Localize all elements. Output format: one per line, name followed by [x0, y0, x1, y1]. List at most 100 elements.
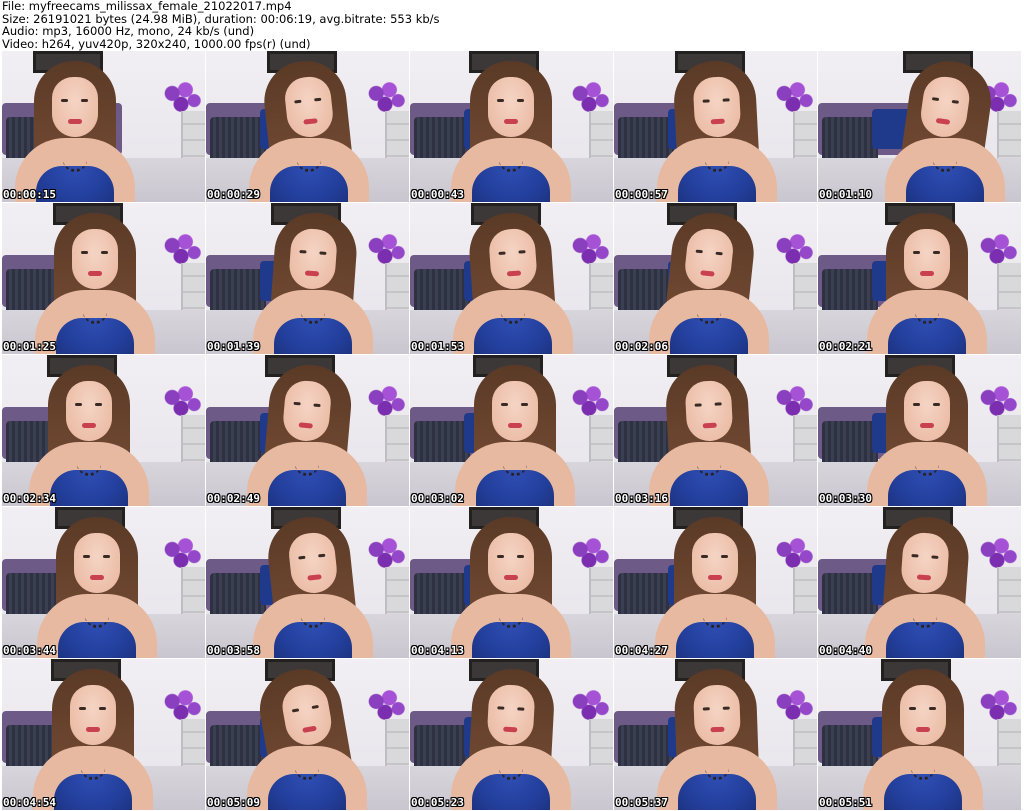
- eye-right: [318, 553, 326, 558]
- video-thumbnail: 00:00:57: [614, 51, 817, 202]
- eye-right: [311, 704, 319, 710]
- lips: [920, 271, 934, 276]
- person-face: [66, 381, 112, 441]
- person-face: [70, 685, 116, 745]
- thumbnail-timestamp: 00:05:37: [615, 796, 668, 809]
- thumbnail-timestamp: 00:04:40: [819, 644, 872, 657]
- video-thumbnail: 00:05:37: [614, 659, 817, 810]
- thumbnail-timestamp: 00:02:49: [207, 492, 260, 505]
- video-thumbnail: 00:03:30: [818, 355, 1021, 506]
- eye-right: [722, 98, 730, 102]
- flower-decoration: [567, 79, 611, 115]
- flower-decoration: [159, 79, 203, 115]
- thumbnail-timestamp: 00:03:44: [3, 644, 56, 657]
- eye-right: [81, 99, 88, 102]
- video-thumbnail: 00:05:23: [410, 659, 613, 810]
- video-thumbnail: 00:02:06: [614, 203, 817, 354]
- flower-decoration: [363, 79, 407, 115]
- flower-decoration: [771, 231, 815, 267]
- flower-decoration: [159, 231, 203, 267]
- eye-right: [722, 706, 730, 710]
- lips: [88, 271, 102, 276]
- person-face: [488, 533, 534, 593]
- video-thumbnail: 00:03:58: [206, 507, 409, 658]
- flower-decoration: [363, 231, 407, 267]
- person-face: [684, 379, 734, 443]
- eye-right: [517, 99, 524, 102]
- flower-decoration: [363, 383, 407, 419]
- eye-left: [497, 99, 504, 102]
- lips: [916, 574, 932, 581]
- lips: [82, 423, 96, 428]
- thumbnail-timestamp: 00:01:25: [3, 340, 56, 353]
- thumbnail-timestamp: 00:03:16: [615, 492, 668, 505]
- eye-right: [721, 555, 728, 558]
- eye-right: [314, 97, 322, 102]
- thumbnail-timestamp: 00:02:06: [615, 340, 668, 353]
- thumbnail-timestamp: 00:05:51: [819, 796, 872, 809]
- lips: [506, 270, 522, 277]
- eye-left: [79, 707, 86, 710]
- eye-left: [911, 554, 919, 558]
- video-thumbnail: 00:05:09: [206, 659, 409, 810]
- eye-right: [95, 403, 102, 406]
- lips: [304, 270, 320, 277]
- eye-right: [951, 99, 959, 104]
- flower-decoration: [975, 535, 1019, 571]
- thumbnail-timestamp: 00:00:57: [615, 188, 668, 201]
- video-thumbnail: 00:00:43: [410, 51, 613, 202]
- lips: [916, 727, 930, 732]
- eye-right: [933, 403, 940, 406]
- thumbnail-timestamp: 00:00:15: [3, 188, 56, 201]
- eye-right: [929, 707, 936, 710]
- eye-left: [909, 707, 916, 710]
- thumbnail-timestamp: 00:04:54: [3, 796, 56, 809]
- video-thumbnail: 00:01:39: [206, 203, 409, 354]
- thumbnail-timestamp: 00:00:29: [207, 188, 260, 201]
- flower-decoration: [771, 535, 815, 571]
- lips: [702, 422, 717, 429]
- eye-left: [913, 251, 920, 254]
- person-face: [900, 685, 946, 745]
- eye-right: [319, 251, 327, 255]
- eye-right: [103, 555, 110, 558]
- eye-right: [313, 403, 321, 408]
- flower-decoration: [363, 535, 407, 571]
- thumbnail-timestamp: 00:01:53: [411, 340, 464, 353]
- eye-left: [931, 97, 940, 102]
- eye-right: [517, 707, 525, 711]
- video-thumbnail: 00:05:51: [818, 659, 1021, 810]
- video-thumbnail: 00:04:27: [614, 507, 817, 658]
- eye-left: [75, 403, 82, 406]
- eye-left: [497, 555, 504, 558]
- video-thumbnail: 00:01:53: [410, 203, 613, 354]
- video-thumbnail: 00:01:25: [2, 203, 205, 354]
- thumbnail-timestamp: 00:05:09: [207, 796, 260, 809]
- video-thumbnail: 00:03:16: [614, 355, 817, 506]
- thumbnail-timestamp: 00:03:30: [819, 492, 872, 505]
- flower-decoration: [159, 383, 203, 419]
- file-info-header: File: myfreecams_milissax_female_2102201…: [2, 0, 1022, 50]
- file-name-line: File: myfreecams_milissax_female_2102201…: [2, 0, 292, 13]
- lips: [86, 727, 100, 732]
- thumbnail-timestamp: 00:05:23: [411, 796, 464, 809]
- lips: [700, 270, 715, 277]
- lips: [504, 575, 518, 580]
- eye-left: [694, 403, 702, 407]
- flower-decoration: [567, 231, 611, 267]
- eye-right: [517, 555, 524, 558]
- lips: [303, 118, 318, 125]
- lips: [935, 117, 951, 125]
- eye-right: [715, 251, 723, 256]
- thumbnail-timestamp: 00:01:39: [207, 340, 260, 353]
- person-face: [692, 684, 742, 746]
- person-face: [488, 77, 534, 137]
- video-thumbnail: 00:00:29: [206, 51, 409, 202]
- person-face: [72, 229, 118, 289]
- eye-left: [81, 251, 88, 254]
- eye-right: [933, 251, 940, 254]
- flower-decoration: [159, 535, 203, 571]
- flower-decoration: [567, 535, 611, 571]
- person-face: [52, 77, 98, 137]
- lips: [504, 119, 518, 124]
